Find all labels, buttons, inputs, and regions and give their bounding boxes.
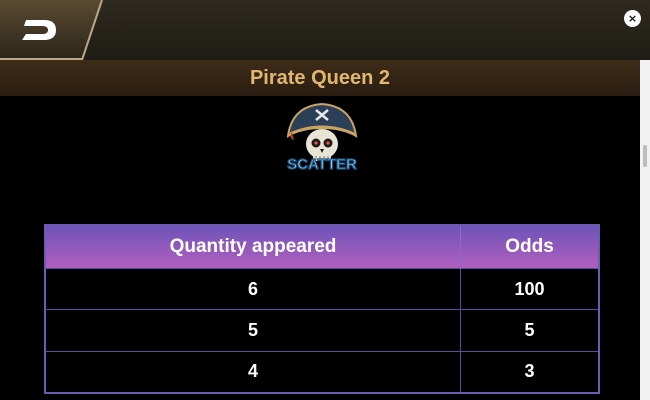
table-header-row: Quantity appeared Odds <box>45 225 600 269</box>
column-header-odds: Odds <box>460 225 600 269</box>
odds-cell: 100 <box>460 267 600 310</box>
top-bar: × <box>0 0 650 60</box>
page-title: Pirate Queen 2 <box>0 60 640 96</box>
scrollbar-thumb[interactable] <box>643 145 647 167</box>
scatter-label: SCATTER <box>287 156 357 173</box>
table-row: 5 5 <box>45 309 600 352</box>
d-logo-icon[interactable] <box>20 14 62 46</box>
quantity-cell: 6 <box>45 267 461 310</box>
odds-cell: 3 <box>460 350 600 393</box>
column-header-quantity: Quantity appeared <box>45 225 461 269</box>
table-row: 4 3 <box>45 350 600 393</box>
pirate-skull-scatter-icon: SCATTER <box>287 102 358 174</box>
table-row: 6 100 <box>45 267 600 310</box>
scrollbar[interactable] <box>640 60 650 400</box>
quantity-cell: 5 <box>45 309 461 352</box>
quantity-cell: 4 <box>45 350 461 393</box>
close-button[interactable]: × <box>624 10 641 27</box>
odds-cell: 5 <box>460 309 600 352</box>
paytable: Quantity appeared Odds 6 100 5 5 4 3 <box>44 224 600 394</box>
